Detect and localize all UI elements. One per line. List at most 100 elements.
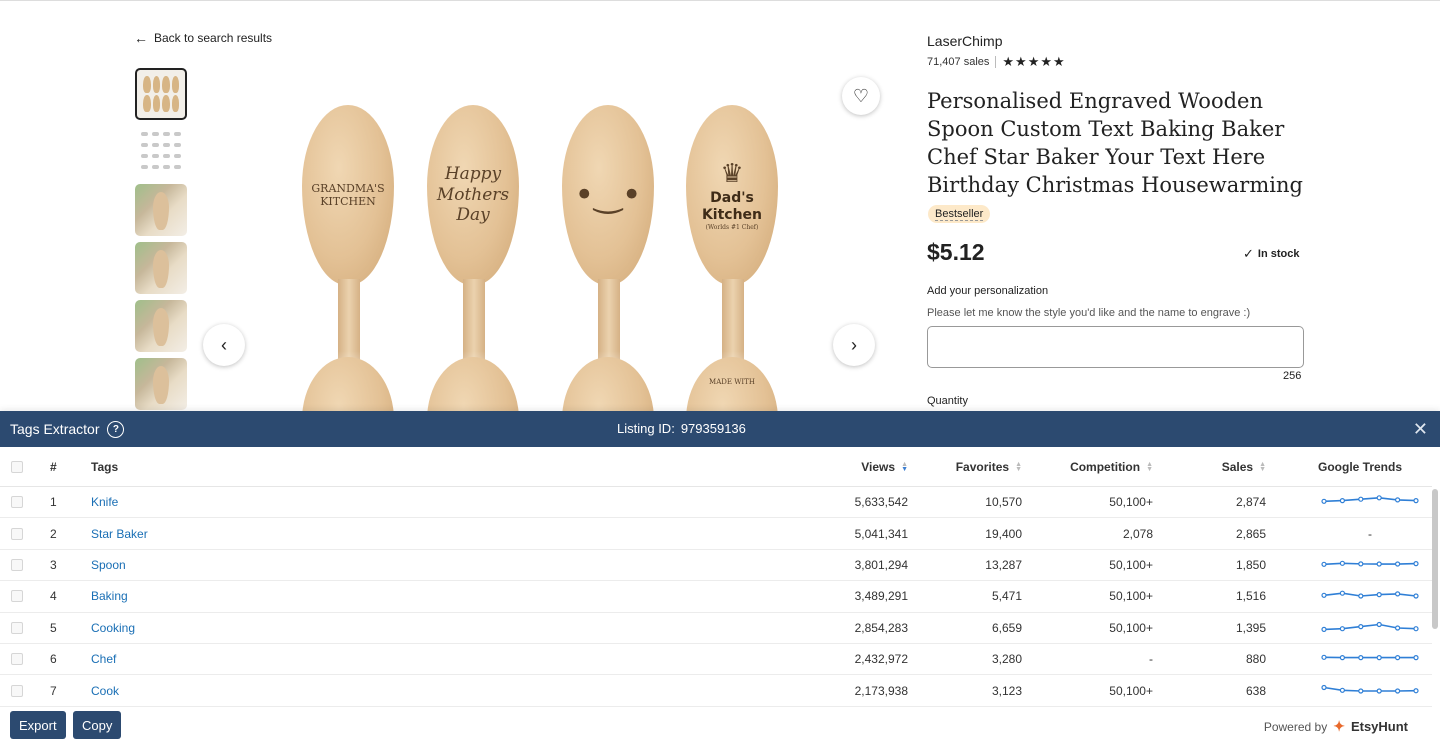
col-competition[interactable]: Competition ▲▼	[1070, 460, 1153, 474]
spoon-text-grandma: GRANDMA'S KITCHEN	[302, 182, 394, 208]
sales-value: 1,850	[1236, 558, 1266, 572]
trend-line	[1324, 498, 1416, 502]
trend-point	[1322, 562, 1326, 566]
trend-point	[1396, 562, 1400, 566]
trend-chart	[1318, 556, 1422, 574]
thumbnail-3[interactable]	[135, 184, 187, 236]
brand-name[interactable]: EtsyHunt	[1351, 719, 1408, 734]
shop-name[interactable]: LaserChimp	[927, 33, 1002, 49]
tag-link[interactable]: Cooking	[91, 621, 135, 635]
product-main-image: GRANDMA'S KITCHEN Happy Mothers Day •‿• …	[240, 61, 840, 411]
google-trend-sparkline[interactable]: -	[1318, 527, 1422, 541]
row-checkbox[interactable]	[11, 590, 23, 602]
favorites-value: 3,280	[992, 652, 1022, 666]
tag-link[interactable]: Cook	[91, 684, 119, 698]
sales-count: 71,407 sales	[927, 56, 989, 68]
tag-link[interactable]: Spoon	[91, 558, 126, 572]
google-trend-sparkline[interactable]	[1318, 493, 1422, 511]
trend-point	[1414, 562, 1418, 566]
select-all-checkbox[interactable]	[11, 461, 23, 473]
spoon-grandmas-kitchen: GRANDMA'S KITCHEN	[302, 105, 396, 399]
row-number: 4	[50, 589, 57, 603]
tag-link[interactable]: Chef	[91, 652, 116, 666]
trend-point	[1396, 626, 1400, 630]
row-checkbox[interactable]	[11, 685, 23, 697]
table-header-row: # Tags Views ▲▼ Favorites ▲▼ Competition…	[0, 447, 1432, 487]
thumbnail-2[interactable]	[135, 126, 187, 178]
col-favorites[interactable]: Favorites ▲▼	[956, 460, 1022, 474]
previous-image-button[interactable]: ‹	[203, 324, 245, 366]
trend-point	[1377, 656, 1381, 660]
trend-point	[1396, 656, 1400, 660]
chevron-right-icon: ›	[851, 335, 857, 356]
google-trend-sparkline[interactable]	[1318, 682, 1422, 700]
col-sales[interactable]: Sales ▲▼	[1222, 460, 1266, 474]
tags-extractor-header: Tags Extractor ? Listing ID: 979359136 ✕	[0, 411, 1440, 447]
row-checkbox[interactable]	[11, 622, 23, 634]
google-trend-sparkline[interactable]	[1318, 587, 1422, 605]
sales-value: 880	[1246, 652, 1266, 666]
bestseller-badge[interactable]: Bestseller	[928, 205, 990, 223]
spoon-happy-mothers-day: Happy Mothers Day	[427, 105, 521, 399]
chevron-left-icon: ‹	[221, 335, 227, 356]
col-google-trends: Google Trends	[1318, 460, 1422, 474]
trend-point	[1377, 496, 1381, 500]
row-checkbox[interactable]	[11, 559, 23, 571]
thumbnail-5[interactable]	[135, 300, 187, 352]
trend-point	[1359, 656, 1363, 660]
quantity-label: Quantity	[927, 395, 968, 407]
row-checkbox[interactable]	[11, 653, 23, 665]
close-icon[interactable]: ✕	[1413, 420, 1428, 438]
spoon-dads-kitchen: ♛ Dad's Kitchen (Worlds #1 Chef)	[686, 105, 780, 399]
thumbnail-1[interactable]	[135, 68, 187, 120]
row-checkbox[interactable]	[11, 496, 23, 508]
trend-line	[1324, 687, 1416, 691]
export-button[interactable]: Export	[10, 711, 66, 739]
tag-link[interactable]: Baking	[91, 589, 128, 603]
google-trend-sparkline[interactable]	[1318, 619, 1422, 637]
google-trend-sparkline[interactable]	[1318, 650, 1422, 668]
back-link-label: Back to search results	[154, 31, 272, 45]
sales-value: 1,516	[1236, 589, 1266, 603]
thumbnail-4[interactable]	[135, 242, 187, 294]
trend-point	[1414, 594, 1418, 598]
star-rating-icon[interactable]: ★★★★★	[1002, 54, 1065, 70]
row-number: 2	[50, 527, 57, 541]
favorites-value: 19,400	[985, 527, 1022, 541]
trend-chart	[1318, 650, 1422, 668]
sort-icon[interactable]: ▲▼	[1146, 462, 1153, 472]
help-icon[interactable]: ?	[107, 421, 124, 438]
trend-chart	[1318, 619, 1422, 637]
etsyhunt-logo-icon: ✦	[1333, 718, 1345, 735]
table-row: 1Knife5,633,54210,57050,100+2,874	[0, 487, 1432, 518]
views-value: 2,854,283	[855, 621, 908, 635]
spoon-row2-2: ☆	[427, 357, 521, 411]
tags-table: # Tags Views ▲▼ Favorites ▲▼ Competition…	[0, 447, 1432, 707]
personalization-label: Add your personalization	[927, 285, 1048, 297]
back-to-search-link[interactable]: ← Back to search results	[134, 31, 272, 45]
listing-id-value: 979359136	[681, 421, 746, 436]
google-trend-sparkline[interactable]	[1318, 556, 1422, 574]
sort-icon[interactable]: ▲▼	[901, 462, 908, 472]
favorite-button[interactable]: ♡	[842, 77, 880, 115]
trend-point	[1340, 592, 1344, 596]
tag-link[interactable]: Star Baker	[91, 527, 148, 541]
trend-point	[1322, 685, 1326, 689]
trend-point	[1396, 592, 1400, 596]
sort-icon[interactable]: ▲▼	[1259, 462, 1266, 472]
favorites-value: 6,659	[992, 621, 1022, 635]
row-checkbox[interactable]	[11, 528, 23, 540]
next-image-button[interactable]: ›	[833, 324, 875, 366]
personalization-input[interactable]	[927, 326, 1304, 368]
tag-link[interactable]: Knife	[91, 495, 118, 509]
views-value: 3,489,291	[855, 589, 908, 603]
trend-chart	[1318, 493, 1422, 511]
sort-icon[interactable]: ▲▼	[1015, 462, 1022, 472]
table-scrollbar[interactable]	[1432, 489, 1438, 629]
copy-button[interactable]: Copy	[73, 711, 121, 739]
trend-chart	[1318, 587, 1422, 605]
sales-value: 1,395	[1236, 621, 1266, 635]
col-views[interactable]: Views ▲▼	[861, 460, 908, 474]
thumbnail-6[interactable]	[135, 358, 187, 410]
favorites-value: 5,471	[992, 589, 1022, 603]
